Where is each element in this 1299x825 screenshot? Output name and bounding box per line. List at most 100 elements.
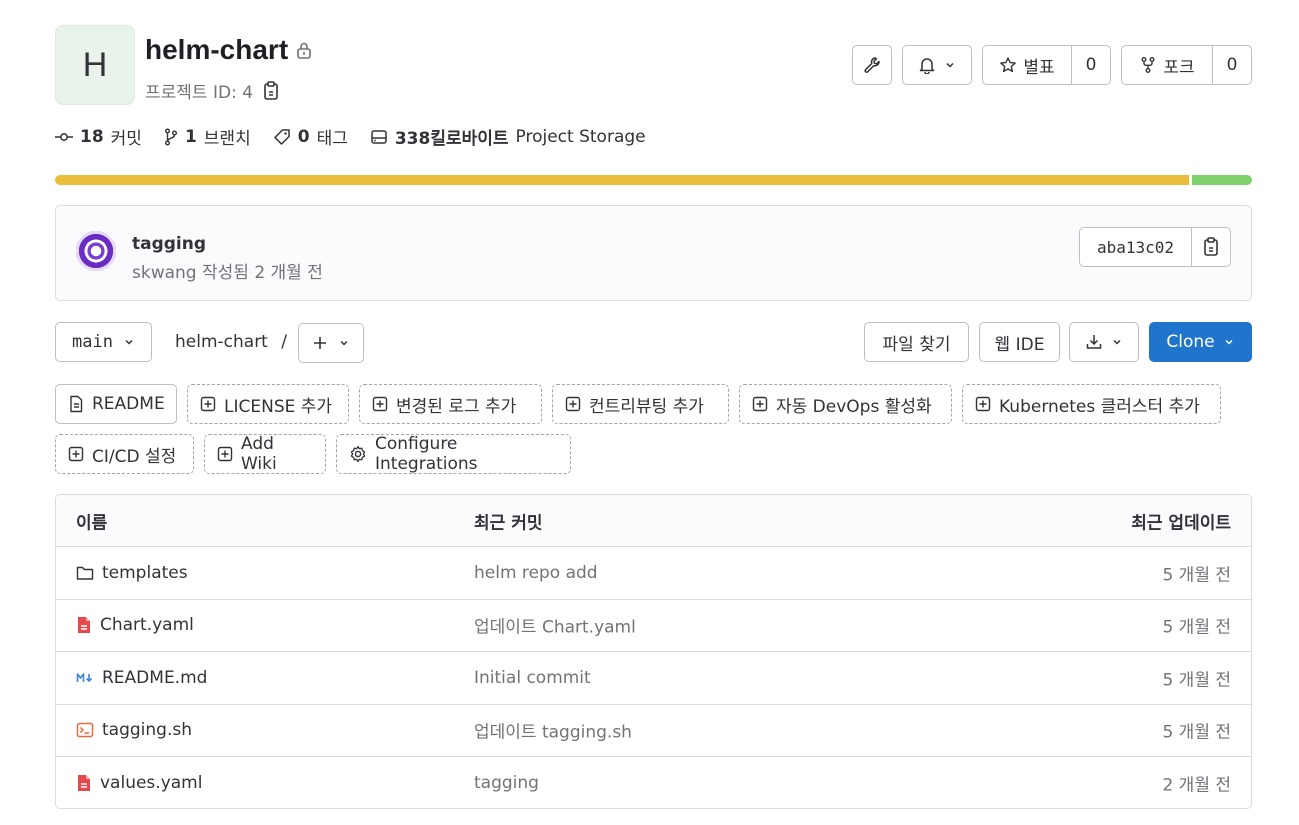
plus-square-icon [68,446,84,462]
chevron-down-icon [338,337,350,349]
file-last-commit[interactable]: tagging [474,773,539,793]
find-file-button[interactable]: 파일 찾기 [864,322,969,362]
breadcrumb-separator: / [281,332,287,352]
settings-button[interactable] [852,45,892,85]
shortcut-label: LICENSE 추가 [224,396,333,417]
add-kubernetes-cluster-shortcut[interactable]: Kubernetes 클러스터 추가 [962,384,1221,424]
plus-square-icon [200,396,216,412]
chevron-down-icon [1111,336,1123,348]
table-row[interactable]: Chart.yaml 업데이트 Chart.yaml 5 개월 전 [56,600,1251,652]
fork-button-group: 포크 0 [1121,45,1252,85]
branches-count: 1 [184,126,197,147]
project-id-label: 프로젝트 ID: 4 [145,83,254,103]
fork-icon [1139,56,1157,74]
file-name: templates [102,562,188,583]
clone-button[interactable]: Clone [1149,322,1252,362]
last-commit-panel: tagging skwang 작성됨 2 개월 전 aba13c02 [55,205,1252,301]
storage-icon [370,128,388,146]
file-name-cell[interactable]: tagging.sh [76,720,192,740]
branch-selector[interactable]: main [55,322,152,362]
download-icon [1085,333,1103,351]
commit-icon [55,131,73,143]
add-license-shortcut[interactable]: LICENSE 추가 [187,384,349,424]
commits-label: 커밋 [110,129,142,149]
breadcrumb-project[interactable]: helm-chart [175,332,268,352]
commit-author-avatar[interactable] [76,231,116,271]
fork-label: 포크 [1163,57,1195,78]
plus-square-icon [565,396,581,412]
file-name-cell[interactable]: README.md [76,668,207,688]
table-row[interactable]: tagging.sh 업데이트 tagging.sh 5 개월 전 [56,705,1251,757]
add-contributing-shortcut[interactable]: 컨트리뷰팅 추가 [552,384,729,424]
plus-icon [312,335,328,351]
file-name: README.md [102,667,208,688]
breadcrumb: helm-chart / [175,332,287,352]
file-updated: 5 개월 전 [1162,722,1231,743]
shortcut-label: 변경된 로그 추가 [396,396,517,417]
add-to-tree-button[interactable] [298,323,364,363]
enable-auto-devops-shortcut[interactable]: 자동 DevOps 활성화 [739,384,952,424]
readme-shortcut[interactable]: README [55,384,177,424]
notification-button[interactable] [902,45,972,85]
star-count[interactable]: 0 [1071,46,1110,84]
chevron-down-icon [1223,336,1235,348]
table-row[interactable]: README.md Initial commit 5 개월 전 [56,652,1251,705]
file-name: Chart.yaml [100,615,194,636]
file-last-commit[interactable]: Initial commit [474,668,591,688]
star-button[interactable]: 별표 [983,46,1071,84]
file-updated: 2 개월 전 [1162,775,1231,796]
file-updated: 5 개월 전 [1162,617,1231,638]
download-button[interactable] [1069,322,1139,362]
storage-size: 338킬로바이트 [394,129,509,149]
table-row[interactable]: values.yaml tagging 2 개월 전 [56,757,1251,808]
yaml-file-icon [76,616,92,634]
star-icon [999,56,1017,74]
table-row[interactable]: templates helm repo add 5 개월 전 [56,547,1251,600]
gear-icon [349,445,367,463]
storage-label: Project Storage [515,126,646,147]
copy-icon[interactable] [263,80,279,101]
storage-usage-bar [55,175,1252,185]
branch-name: main [72,332,113,352]
bell-icon [918,56,936,74]
add-changelog-shortcut[interactable]: 변경된 로그 추가 [359,384,542,424]
file-last-commit[interactable]: 업데이트 tagging.sh [474,718,632,743]
commit-title[interactable]: tagging [132,234,206,254]
column-header-last-commit: 최근 커밋 [474,513,543,533]
commit-sha-group: aba13c02 [1079,227,1231,267]
file-name-cell[interactable]: values.yaml [76,773,202,793]
fork-count[interactable]: 0 [1212,46,1251,84]
file-name: values.yaml [100,773,203,794]
plus-square-icon [752,396,768,412]
project-title: helm-chart [145,34,312,66]
copy-sha-button[interactable] [1191,228,1230,266]
file-name-cell[interactable]: templates [76,563,188,583]
clone-label: Clone [1166,332,1215,352]
table-header: 이름 최근 커밋 최근 업데이트 [56,495,1251,547]
file-last-commit[interactable]: helm repo add [474,563,598,583]
setup-cicd-shortcut[interactable]: CI/CD 설정 [55,434,194,474]
column-header-last-update: 최근 업데이트 [1131,513,1231,533]
web-ide-button[interactable]: 웹 IDE [979,322,1060,362]
shortcut-label: 컨트리뷰팅 추가 [589,396,704,417]
fork-button[interactable]: 포크 [1122,46,1212,84]
branch-icon [164,128,178,146]
storage-stat[interactable]: 338킬로바이트 Project Storage [370,124,646,149]
branches-stat[interactable]: 1 브랜치 [164,124,251,149]
project-name[interactable]: helm-chart [145,34,288,66]
markdown-file-icon [76,672,94,684]
file-last-commit[interactable]: 업데이트 Chart.yaml [474,613,636,638]
copy-icon [1203,237,1219,257]
shortcut-label: 자동 DevOps 활성화 [776,396,932,417]
add-wiki-shortcut[interactable]: Add Wiki [204,434,326,474]
project-avatar-letter: H [82,45,108,84]
file-name-cell[interactable]: Chart.yaml [76,615,194,635]
commit-sha[interactable]: aba13c02 [1080,228,1191,266]
document-icon [68,395,84,413]
storage-usage-secondary [1192,175,1252,185]
shortcut-label: Configure Integrations [375,434,478,474]
lock-icon [296,41,312,59]
configure-integrations-shortcut[interactable]: Configure Integrations [336,434,571,474]
commits-stat[interactable]: 18 커밋 [55,124,142,149]
tags-stat[interactable]: 0 태그 [273,124,348,149]
